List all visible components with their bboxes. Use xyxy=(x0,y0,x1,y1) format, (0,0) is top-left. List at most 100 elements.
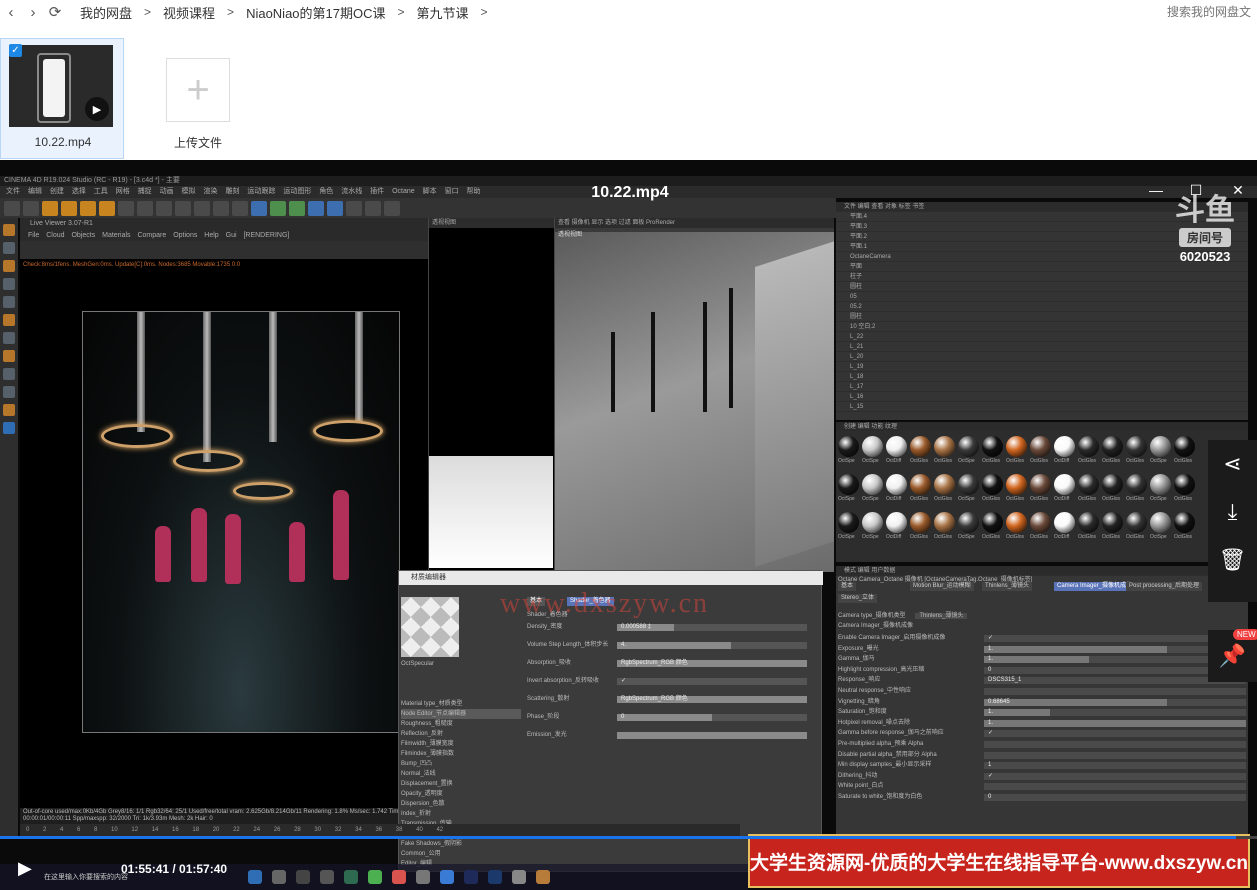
material-swatch[interactable] xyxy=(1126,436,1147,457)
material-swatch[interactable] xyxy=(1174,474,1195,495)
material-swatch[interactable] xyxy=(838,474,859,495)
material-swatch[interactable] xyxy=(1150,436,1171,457)
search-input[interactable] xyxy=(1167,2,1257,22)
object-row[interactable]: 圆柱 xyxy=(836,282,1248,292)
shader-param-row[interactable]: Scattering_散射 RgbSpectrum_RGB 颜色 xyxy=(527,695,817,704)
shader-param-slider[interactable]: RgbSpectrum_RGB 颜色 xyxy=(617,696,807,703)
camera-imager-slider[interactable]: 1. xyxy=(984,709,1246,717)
material-swatch[interactable] xyxy=(862,512,883,533)
forward-icon[interactable]: › xyxy=(22,1,44,23)
camera-imager-slider[interactable] xyxy=(984,751,1246,759)
object-row[interactable]: 05.2 xyxy=(836,302,1248,312)
material-swatch[interactable] xyxy=(1030,474,1051,495)
shader-param-row[interactable]: Phase_阶段 0 xyxy=(527,713,817,722)
object-row[interactable]: 10 空白.2 xyxy=(836,322,1248,332)
download-icon[interactable]: ⤓ xyxy=(1208,488,1257,536)
object-row[interactable]: L_18 xyxy=(836,372,1248,382)
material-swatch[interactable] xyxy=(1006,436,1027,457)
camera-imager-slider[interactable]: 0 xyxy=(984,666,1246,674)
object-row[interactable]: 圆柱 xyxy=(836,312,1248,322)
attribute-tab[interactable]: 基本 xyxy=(838,582,857,591)
camera-imager-row[interactable]: Disable partial alpha_禁用部分 Alpha xyxy=(838,751,1248,760)
object-row[interactable]: L_16 xyxy=(836,392,1248,402)
checkbox-icon[interactable]: ✓ xyxy=(9,44,22,57)
play-pause-icon[interactable]: ▶ xyxy=(18,858,32,879)
material-swatch[interactable] xyxy=(910,474,931,495)
material-channel-item[interactable]: Opacity_透明度 xyxy=(401,789,521,799)
shader-param-row[interactable]: Density_密度 0.000588 ‡ xyxy=(527,623,817,632)
camera-imager-slider[interactable]: 0 xyxy=(984,794,1246,801)
camera-imager-row[interactable]: Saturation_饱和度 1. xyxy=(838,708,1248,717)
breadcrumb-item-lesson-nine[interactable]: 第九节课 xyxy=(413,3,473,22)
material-swatch[interactable] xyxy=(934,512,955,533)
delete-icon[interactable]: 🗑 xyxy=(1208,536,1257,584)
material-swatch[interactable] xyxy=(1054,436,1075,457)
object-row[interactable]: L_19 xyxy=(836,362,1248,372)
attribute-tab[interactable]: Thinlens_薄镜头 xyxy=(982,582,1033,591)
shader-param-row[interactable]: Volume Step Length_体积步长 4. xyxy=(527,641,817,650)
material-swatch[interactable] xyxy=(1006,474,1027,495)
object-row[interactable]: 柱子 xyxy=(836,272,1248,282)
material-channel-item[interactable]: Reflection_反射 xyxy=(401,729,521,739)
object-row[interactable]: L_17 xyxy=(836,382,1248,392)
camera-imager-row[interactable]: Hotpixel removal_噪点去除 1. xyxy=(838,719,1248,728)
material-swatch[interactable] xyxy=(1102,512,1123,533)
shader-param-slider[interactable]: RgbSpectrum_RGB 颜色 xyxy=(617,660,807,667)
minimize-icon[interactable]: — xyxy=(1146,182,1166,198)
video-thumbnail[interactable]: ▶ xyxy=(9,45,113,127)
camera-imager-slider[interactable]: ✓ xyxy=(984,772,1246,780)
material-swatch[interactable] xyxy=(886,474,907,495)
material-swatch[interactable] xyxy=(1078,512,1099,533)
material-channel-item[interactable]: Displacement_置换 xyxy=(401,779,521,789)
material-channel-item[interactable]: Fake Shadows_假阴影 xyxy=(401,839,521,849)
video-progress-bar[interactable] xyxy=(0,836,1257,839)
breadcrumb-item-video-courses[interactable]: 视频课程 xyxy=(159,3,219,22)
camera-imager-row[interactable]: Vignetting_暗角 0.68645 xyxy=(838,698,1248,707)
camera-imager-slider[interactable]: ✓ xyxy=(984,730,1246,738)
object-row[interactable]: L_21 xyxy=(836,342,1248,352)
object-row[interactable]: L_22 xyxy=(836,332,1248,342)
camera-imager-slider[interactable] xyxy=(984,783,1246,791)
camera-imager-slider[interactable] xyxy=(984,688,1246,695)
material-swatch[interactable] xyxy=(1030,436,1051,457)
material-swatch[interactable] xyxy=(1150,512,1171,533)
object-row[interactable]: 05 xyxy=(836,292,1248,302)
material-channel-item[interactable]: Bump_凹凸 xyxy=(401,759,521,769)
shader-param-slider[interactable]: 0 xyxy=(617,714,807,721)
file-card[interactable]: ✓ ▶ 10.22.mp4 xyxy=(0,38,124,159)
material-swatch[interactable] xyxy=(862,474,883,495)
camera-imager-row[interactable]: Pre-multiplied alpha_预乘 Alpha xyxy=(838,740,1248,749)
material-swatch[interactable] xyxy=(1126,474,1147,495)
material-swatch[interactable] xyxy=(982,474,1003,495)
material-swatch[interactable] xyxy=(862,436,883,457)
material-swatch[interactable] xyxy=(910,512,931,533)
material-channel-item[interactable]: Filmindex_薄膜指数 xyxy=(401,749,521,759)
camera-imager-slider[interactable] xyxy=(984,741,1246,748)
material-swatch[interactable] xyxy=(838,512,859,533)
material-swatch[interactable] xyxy=(1174,512,1195,533)
camera-imager-row[interactable]: Dithering_抖动 ✓ xyxy=(838,772,1248,781)
material-swatch[interactable] xyxy=(958,474,979,495)
play-icon[interactable]: ▶ xyxy=(85,97,109,121)
upload-button[interactable]: + xyxy=(166,58,230,122)
promo-banner[interactable]: 大学生资源网-优质的大学生在线指导平台-www.dxszyw.cn xyxy=(748,834,1250,888)
material-swatch[interactable] xyxy=(1102,474,1123,495)
material-swatch[interactable] xyxy=(1078,436,1099,457)
camera-imager-row[interactable]: Min display samples_最小显示采样 1 xyxy=(838,761,1248,770)
material-channel-item[interactable]: Dispersion_色散 xyxy=(401,799,521,809)
material-swatch[interactable] xyxy=(934,474,955,495)
attribute-tab[interactable]: Post processing_后期处理 xyxy=(1126,582,1203,591)
refresh-icon[interactable]: ⟳ xyxy=(44,1,66,23)
camera-imager-row[interactable]: Response_响应 DSCS315_1 xyxy=(838,676,1248,685)
attribute-tab[interactable]: Stereo_立体 xyxy=(838,594,878,603)
material-channel-item[interactable]: Filmwidth_薄膜宽度 xyxy=(401,739,521,749)
material-channel-item[interactable]: Common_公用 xyxy=(401,849,521,859)
material-swatch[interactable] xyxy=(1126,512,1147,533)
shader-param-row[interactable]: Emission_发光 xyxy=(527,731,817,740)
share-icon[interactable]: ⋖ xyxy=(1208,440,1257,488)
camera-imager-slider[interactable]: DSCS315_1 xyxy=(984,677,1246,685)
camera-imager-row[interactable]: Saturate to white_饱和度为白色 0 xyxy=(838,793,1248,802)
camera-imager-row[interactable]: Exposure_曝光 1. xyxy=(838,645,1248,654)
shader-param-slider[interactable]: 4. xyxy=(617,642,807,649)
material-swatch[interactable] xyxy=(886,436,907,457)
